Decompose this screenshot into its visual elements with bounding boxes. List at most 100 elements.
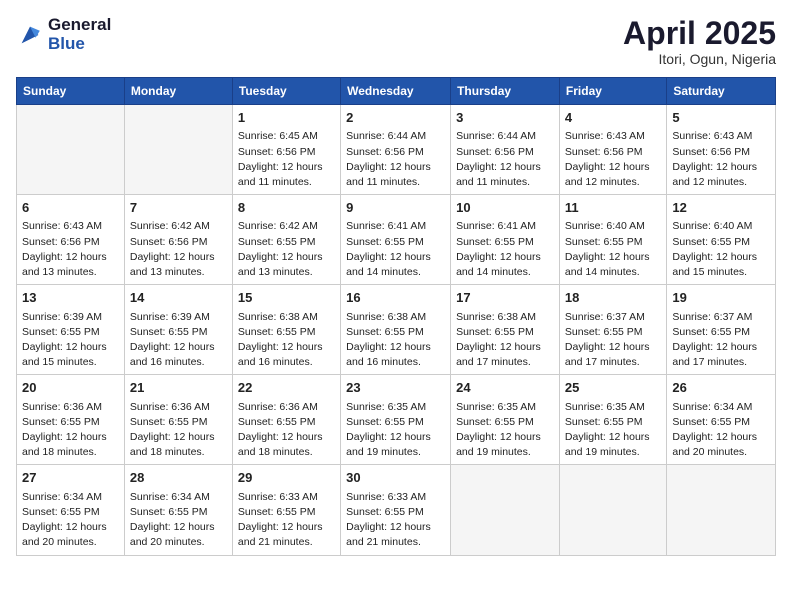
day-info: Sunrise: 6:37 AM Sunset: 6:55 PM Dayligh…	[672, 310, 770, 371]
column-header-tuesday: Tuesday	[232, 78, 340, 105]
day-info: Sunrise: 6:42 AM Sunset: 6:56 PM Dayligh…	[130, 219, 227, 280]
day-info: Sunrise: 6:35 AM Sunset: 6:55 PM Dayligh…	[346, 400, 445, 461]
day-info: Sunrise: 6:35 AM Sunset: 6:55 PM Dayligh…	[456, 400, 554, 461]
calendar-cell: 11Sunrise: 6:40 AM Sunset: 6:55 PM Dayli…	[559, 195, 666, 285]
location-title: Itori, Ogun, Nigeria	[623, 51, 776, 67]
column-header-monday: Monday	[124, 78, 232, 105]
day-info: Sunrise: 6:36 AM Sunset: 6:55 PM Dayligh…	[130, 400, 227, 461]
calendar-cell: 20 Sunrise: 6:36 AM Sunset: 6:55 PM Dayli…	[17, 375, 125, 465]
calendar-cell: 22 Sunrise: 6:36 AM Sunset: 6:55 PM Dayli…	[232, 375, 340, 465]
calendar-cell: 3 Sunrise: 6:44 AM Sunset: 6:56 PM Daylig…	[451, 105, 560, 195]
week-row-2: 6 Sunrise: 6:43 AM Sunset: 6:56 PM Daylig…	[17, 195, 776, 285]
day-number: 6	[22, 199, 119, 217]
day-number: 24	[456, 379, 554, 397]
calendar-cell: 4 Sunrise: 6:43 AM Sunset: 6:56 PM Daylig…	[559, 105, 666, 195]
week-row-1: 1 Sunrise: 6:45 AM Sunset: 6:56 PM Daylig…	[17, 105, 776, 195]
day-number: 27	[22, 469, 119, 487]
day-info: Sunrise: 6:43 AM Sunset: 6:56 PM Dayligh…	[565, 129, 661, 190]
calendar-cell: 5 Sunrise: 6:43 AM Sunset: 6:56 PM Daylig…	[667, 105, 776, 195]
calendar-cell: 19 Sunrise: 6:37 AM Sunset: 6:55 PM Dayli…	[667, 285, 776, 375]
day-info: Sunrise: 6:41 AM Sunset: 6:55 PM Dayligh…	[346, 219, 445, 280]
day-info: Sunrise: 6:35 AM Sunset: 6:55 PM Dayligh…	[565, 400, 661, 461]
calendar-cell: 28 Sunrise: 6:34 AM Sunset: 6:55 PM Dayli…	[124, 465, 232, 555]
calendar-cell: 21 Sunrise: 6:36 AM Sunset: 6:55 PM Dayli…	[124, 375, 232, 465]
day-number: 9	[346, 199, 445, 217]
day-info: Sunrise: 6:39 AM Sunset: 6:55 PM Dayligh…	[22, 310, 119, 371]
calendar-cell: 8 Sunrise: 6:42 AM Sunset: 6:55 PM Daylig…	[232, 195, 340, 285]
logo-bird-icon	[16, 21, 44, 49]
month-title: April 2025	[623, 16, 776, 51]
calendar-cell: 25 Sunrise: 6:35 AM Sunset: 6:55 PM Dayli…	[559, 375, 666, 465]
day-info: Sunrise: 6:36 AM Sunset: 6:55 PM Dayligh…	[238, 400, 335, 461]
day-number: 11	[565, 199, 661, 217]
day-number: 8	[238, 199, 335, 217]
day-info: Sunrise: 6:38 AM Sunset: 6:55 PM Dayligh…	[238, 310, 335, 371]
day-number: 5	[672, 109, 770, 127]
day-info: Sunrise: 6:44 AM Sunset: 6:56 PM Dayligh…	[456, 129, 554, 190]
day-number: 20	[22, 379, 119, 397]
day-number: 28	[130, 469, 227, 487]
calendar-cell	[451, 465, 560, 555]
day-number: 14	[130, 289, 227, 307]
day-info: Sunrise: 6:42 AM Sunset: 6:55 PM Dayligh…	[238, 219, 335, 280]
week-row-5: 27 Sunrise: 6:34 AM Sunset: 6:55 PM Dayli…	[17, 465, 776, 555]
calendar-cell: 29Sunrise: 6:33 AM Sunset: 6:55 PM Dayli…	[232, 465, 340, 555]
week-row-3: 13 Sunrise: 6:39 AM Sunset: 6:55 PM Dayli…	[17, 285, 776, 375]
day-number: 29	[238, 469, 335, 487]
calendar-cell: 16Sunrise: 6:38 AM Sunset: 6:55 PM Dayli…	[341, 285, 451, 375]
day-number: 17	[456, 289, 554, 307]
day-info: Sunrise: 6:36 AM Sunset: 6:55 PM Dayligh…	[22, 400, 119, 461]
calendar-cell	[559, 465, 666, 555]
day-info: Sunrise: 6:34 AM Sunset: 6:55 PM Dayligh…	[130, 490, 227, 551]
column-header-friday: Friday	[559, 78, 666, 105]
header: General Blue April 2025 Itori, Ogun, Nig…	[16, 16, 776, 67]
calendar-cell: 6 Sunrise: 6:43 AM Sunset: 6:56 PM Daylig…	[17, 195, 125, 285]
calendar-cell: 13 Sunrise: 6:39 AM Sunset: 6:55 PM Dayli…	[17, 285, 125, 375]
day-info: Sunrise: 6:39 AM Sunset: 6:55 PM Dayligh…	[130, 310, 227, 371]
logo-general: General	[48, 16, 111, 35]
calendar-cell: 1 Sunrise: 6:45 AM Sunset: 6:56 PM Daylig…	[232, 105, 340, 195]
day-number: 10	[456, 199, 554, 217]
day-info: Sunrise: 6:45 AM Sunset: 6:56 PM Dayligh…	[238, 129, 335, 190]
day-number: 7	[130, 199, 227, 217]
day-number: 3	[456, 109, 554, 127]
day-number: 23	[346, 379, 445, 397]
day-number: 2	[346, 109, 445, 127]
day-number: 21	[130, 379, 227, 397]
calendar-cell: 18Sunrise: 6:37 AM Sunset: 6:55 PM Dayli…	[559, 285, 666, 375]
day-info: Sunrise: 6:37 AM Sunset: 6:55 PM Dayligh…	[565, 310, 661, 371]
day-number: 1	[238, 109, 335, 127]
calendar-cell: 9 Sunrise: 6:41 AM Sunset: 6:55 PM Daylig…	[341, 195, 451, 285]
column-header-thursday: Thursday	[451, 78, 560, 105]
calendar-cell: 23 Sunrise: 6:35 AM Sunset: 6:55 PM Dayli…	[341, 375, 451, 465]
week-row-4: 20 Sunrise: 6:36 AM Sunset: 6:55 PM Dayli…	[17, 375, 776, 465]
day-info: Sunrise: 6:38 AM Sunset: 6:55 PM Dayligh…	[456, 310, 554, 371]
calendar-cell: 10 Sunrise: 6:41 AM Sunset: 6:55 PM Dayli…	[451, 195, 560, 285]
day-info: Sunrise: 6:43 AM Sunset: 6:56 PM Dayligh…	[672, 129, 770, 190]
day-info: Sunrise: 6:34 AM Sunset: 6:55 PM Dayligh…	[672, 400, 770, 461]
day-number: 25	[565, 379, 661, 397]
calendar-cell: 27 Sunrise: 6:34 AM Sunset: 6:55 PM Dayli…	[17, 465, 125, 555]
day-info: Sunrise: 6:41 AM Sunset: 6:55 PM Dayligh…	[456, 219, 554, 280]
calendar-cell: 14 Sunrise: 6:39 AM Sunset: 6:55 PM Dayli…	[124, 285, 232, 375]
day-info: Sunrise: 6:34 AM Sunset: 6:55 PM Dayligh…	[22, 490, 119, 551]
day-number: 13	[22, 289, 119, 307]
day-info: Sunrise: 6:43 AM Sunset: 6:56 PM Dayligh…	[22, 219, 119, 280]
title-block: April 2025 Itori, Ogun, Nigeria	[623, 16, 776, 67]
calendar-cell: 12Sunrise: 6:40 AM Sunset: 6:55 PM Dayli…	[667, 195, 776, 285]
calendar-cell: 24 Sunrise: 6:35 AM Sunset: 6:55 PM Dayli…	[451, 375, 560, 465]
calendar-cell: 30 Sunrise: 6:33 AM Sunset: 6:55 PM Dayli…	[341, 465, 451, 555]
calendar-cell: 15 Sunrise: 6:38 AM Sunset: 6:55 PM Dayli…	[232, 285, 340, 375]
calendar-cell	[17, 105, 125, 195]
day-number: 4	[565, 109, 661, 127]
day-number: 30	[346, 469, 445, 487]
logo-text-block: General Blue	[48, 16, 111, 53]
day-info: Sunrise: 6:33 AM Sunset: 6:55 PM Dayligh…	[346, 490, 445, 551]
calendar-table: SundayMondayTuesdayWednesdayThursdayFrid…	[16, 77, 776, 555]
day-number: 22	[238, 379, 335, 397]
calendar-body: 1 Sunrise: 6:45 AM Sunset: 6:56 PM Daylig…	[17, 105, 776, 555]
logo: General Blue	[16, 16, 111, 53]
day-number: 15	[238, 289, 335, 307]
column-header-sunday: Sunday	[17, 78, 125, 105]
day-number: 19	[672, 289, 770, 307]
